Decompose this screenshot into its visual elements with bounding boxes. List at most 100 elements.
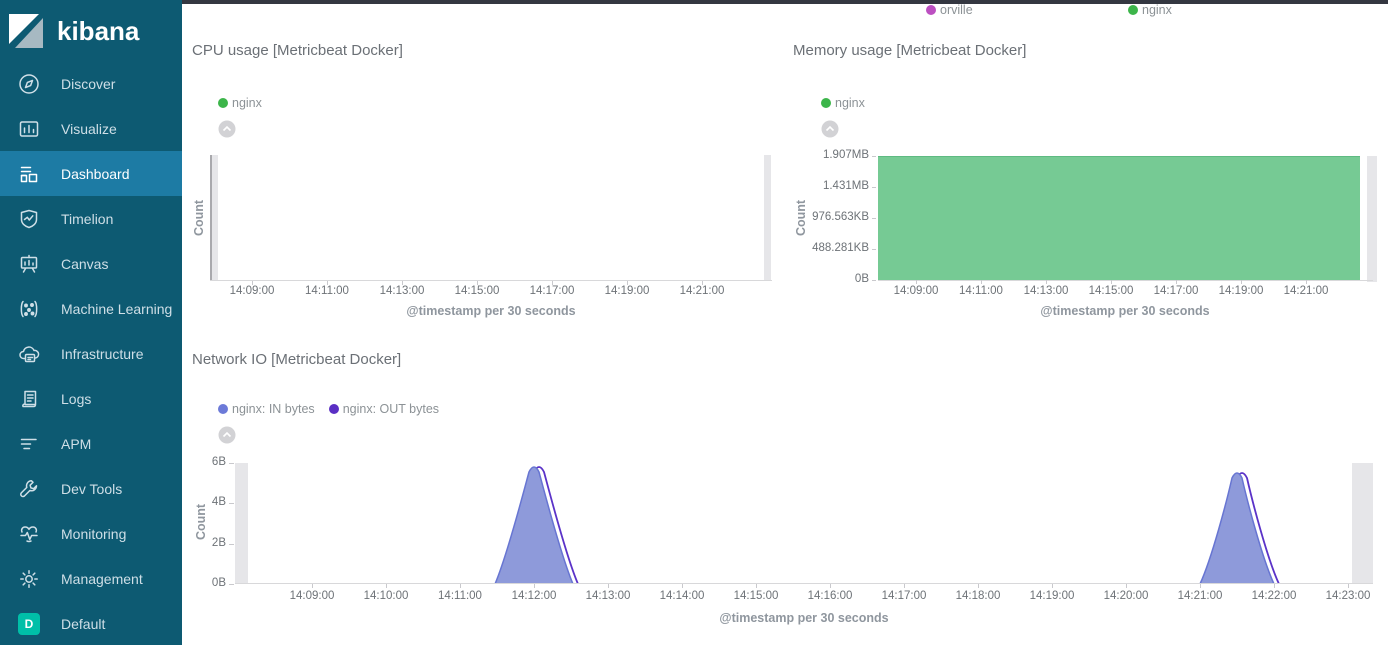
dev-tools-wrench-icon	[17, 477, 41, 501]
sidebar-item-dev-tools[interactable]: Dev Tools	[0, 466, 182, 511]
legend-item-nginx[interactable]: nginx	[821, 96, 865, 110]
sidebar-item-management[interactable]: Management	[0, 556, 182, 601]
panel-title: CPU usage [Metricbeat Docker]	[192, 42, 403, 59]
discover-compass-icon	[17, 72, 41, 96]
x-axis-tick-label: 14:15:00	[455, 285, 500, 297]
y-axis-tick-mark	[229, 503, 234, 504]
x-axis-tick-label: 14:11:00	[438, 590, 482, 602]
x-axis-tick-mark	[981, 280, 982, 284]
x-axis-tick-mark	[702, 281, 703, 285]
legend-item-nginx[interactable]: nginx	[1128, 3, 1172, 17]
sidebar-item-label: Dev Tools	[61, 481, 122, 497]
x-axis-tick-label: 14:21:00	[1284, 285, 1329, 297]
x-axis-tick-label: 14:20:00	[1104, 590, 1149, 602]
machine-learning-icon	[17, 297, 41, 321]
memory-chart-plot[interactable]	[878, 156, 1373, 280]
sidebar-item-discover[interactable]: Discover	[0, 61, 182, 106]
y-axis-tick-mark	[229, 544, 234, 545]
legend-dot-icon	[218, 98, 228, 108]
x-axis-tick-label: 14:09:00	[894, 285, 939, 297]
y-axis-tick-label: 488.281KB	[783, 242, 869, 254]
chart-legend: nginx: IN bytes nginx: OUT bytes	[218, 402, 439, 416]
legend-collapse-chevron-icon[interactable]	[218, 426, 236, 444]
apm-lines-icon	[17, 432, 41, 456]
panel-memory-usage: Memory usage [Metricbeat Docker] nginx C…	[783, 30, 1388, 345]
kibana-logo-icon	[8, 13, 44, 49]
chart-endzone-left	[212, 155, 218, 281]
sidebar-item-default[interactable]: D Default	[0, 601, 182, 646]
sidebar-item-visualize[interactable]: Visualize	[0, 106, 182, 151]
sidebar-item-label: Infrastructure	[61, 346, 143, 362]
in-bytes-area-spike-1	[495, 467, 573, 584]
x-axis-tick-label: 14:19:00	[1030, 590, 1075, 602]
sidebar-item-machine-learning[interactable]: Machine Learning	[0, 286, 182, 331]
y-axis-title: Count	[192, 200, 206, 236]
chart-legend: nginx	[821, 96, 865, 110]
kibana-logo[interactable]: kibana	[0, 0, 182, 61]
x-axis-tick-mark	[1052, 584, 1053, 588]
y-axis-tick-mark	[872, 280, 876, 281]
sidebar-item-label: Management	[61, 571, 143, 587]
y-axis-tick-label: 1.431MB	[783, 180, 869, 192]
legend-dot-icon	[821, 98, 831, 108]
x-axis-line	[235, 583, 1373, 584]
x-axis-tick-label: 14:21:00	[680, 285, 725, 297]
infrastructure-cloud-icon	[17, 342, 41, 366]
x-axis-tick-mark	[1200, 584, 1201, 588]
network-chart-plot[interactable]	[235, 460, 1373, 584]
x-axis-tick-mark	[1306, 280, 1307, 284]
sidebar-item-timelion[interactable]: Timelion	[0, 196, 182, 241]
x-axis-tick-mark	[682, 584, 683, 588]
sidebar-item-apm[interactable]: APM	[0, 421, 182, 466]
x-axis-tick-mark	[402, 281, 403, 285]
y-axis-tick-label: 0B	[783, 273, 869, 285]
panel-cpu-usage: CPU usage [Metricbeat Docker] nginx Coun…	[182, 30, 783, 345]
y-axis-tick-label: 6B	[182, 456, 226, 468]
x-axis-tick-mark	[327, 281, 328, 285]
memory-usage-area-series	[878, 156, 1360, 280]
sidebar-item-label: Discover	[61, 76, 115, 92]
panel-title: Memory usage [Metricbeat Docker]	[793, 42, 1026, 59]
x-axis-tick-label: 14:09:00	[290, 590, 335, 602]
default-space-badge-wrap: D	[17, 612, 41, 636]
x-axis-tick-label: 14:17:00	[882, 590, 927, 602]
monitoring-heartbeat-icon	[17, 522, 41, 546]
legend-item-orville[interactable]: orville	[926, 3, 973, 17]
legend-item-nginx[interactable]: nginx	[218, 96, 262, 110]
canvas-easel-icon	[17, 252, 41, 276]
cpu-chart-plot[interactable]	[210, 155, 772, 281]
x-axis-tick-mark	[608, 584, 609, 588]
dashboard-grid-icon	[17, 162, 41, 186]
legend-collapse-chevron-icon[interactable]	[821, 120, 839, 138]
x-axis-title: @timestamp per 30 seconds	[1040, 304, 1209, 318]
chart-endzone-right	[764, 155, 771, 281]
legend-collapse-chevron-icon[interactable]	[218, 120, 236, 138]
x-axis-tick-label: 14:11:00	[305, 285, 349, 297]
legend-item-nginx-out-bytes[interactable]: nginx: OUT bytes	[329, 402, 439, 416]
sidebar-item-monitoring[interactable]: Monitoring	[0, 511, 182, 556]
x-axis-tick-mark	[830, 584, 831, 588]
x-axis-tick-label: 14:17:00	[1154, 285, 1199, 297]
sidebar-item-dashboard[interactable]: Dashboard	[0, 151, 182, 196]
x-axis-tick-label: 14:12:00	[512, 590, 557, 602]
legend-dot-icon	[926, 5, 936, 15]
sidebar-item-canvas[interactable]: Canvas	[0, 241, 182, 286]
sidebar-item-infrastructure[interactable]: Infrastructure	[0, 331, 182, 376]
x-axis-tick-label: 14:09:00	[230, 285, 275, 297]
y-axis-title: Count	[194, 504, 208, 540]
y-axis-tick-label: 0B	[182, 577, 226, 589]
x-axis-tick-mark	[460, 584, 461, 588]
legend-label: nginx	[232, 96, 262, 110]
x-axis-tick-mark	[534, 584, 535, 588]
sidebar-nav: Discover Visualize Dashboard Timelion Ca…	[0, 61, 182, 646]
y-axis-tick-mark	[229, 584, 234, 585]
sidebar-item-label: Dashboard	[61, 166, 130, 182]
management-gear-icon	[17, 567, 41, 591]
x-axis-tick-mark	[1126, 584, 1127, 588]
y-axis-tick-label: 976.563KB	[783, 211, 869, 223]
sidebar-item-logs[interactable]: Logs	[0, 376, 182, 421]
sidebar-item-label: Visualize	[61, 121, 117, 137]
legend-item-nginx-in-bytes[interactable]: nginx: IN bytes	[218, 402, 315, 416]
sidebar: kibana Discover Visualize Dashboard Time…	[0, 0, 182, 645]
sidebar-item-label: Machine Learning	[61, 301, 172, 317]
